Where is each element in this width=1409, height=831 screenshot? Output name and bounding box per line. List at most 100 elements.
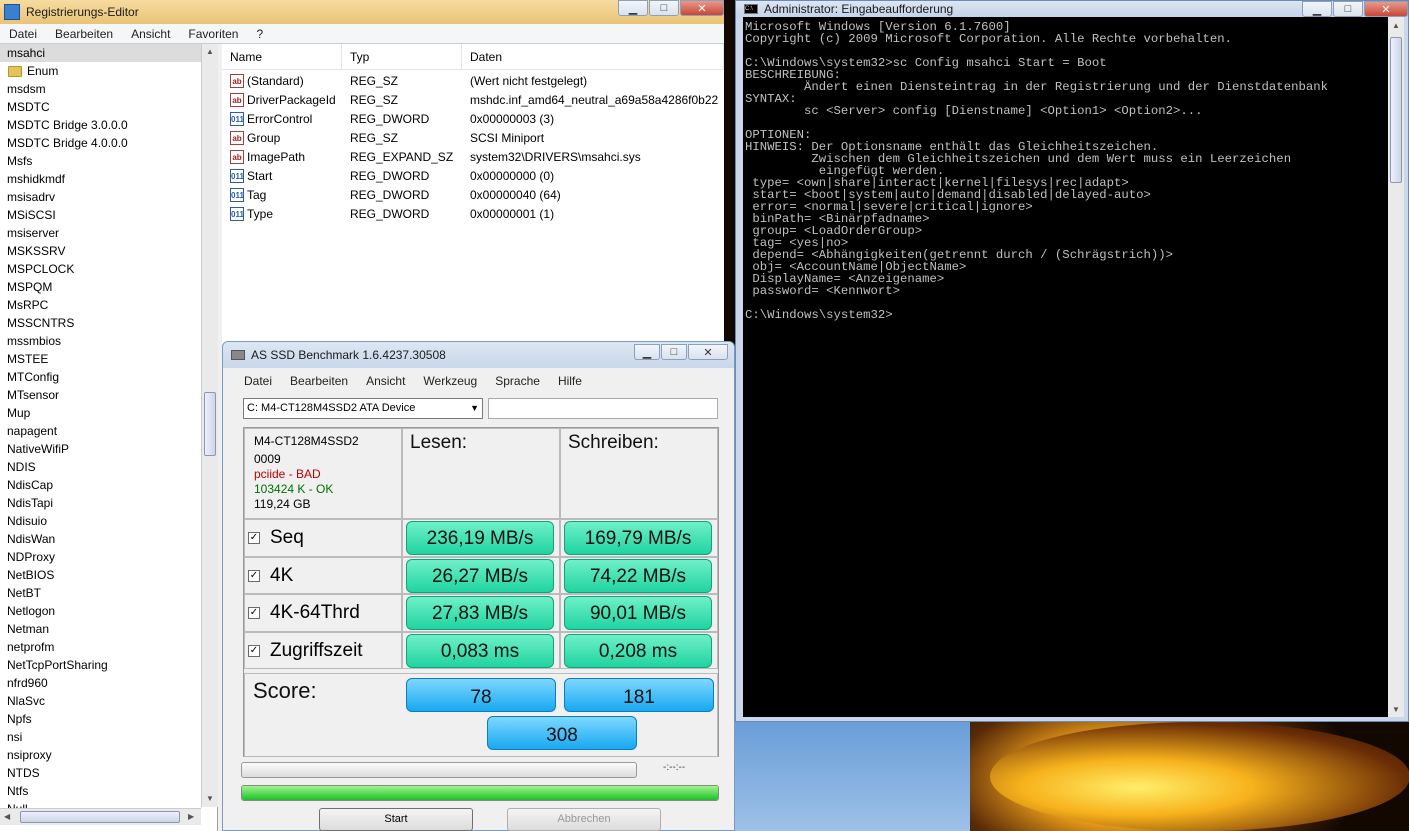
tree-item[interactable]: MSSCNTRS	[0, 314, 217, 332]
menu-item[interactable]: Ansicht	[122, 27, 179, 41]
console-scroll-thumb[interactable]	[1390, 37, 1402, 183]
tree-item[interactable]: NDProxy	[0, 548, 217, 566]
value-row[interactable]: ab DriverPackageId REG_SZ mshdc.inf_amd64_n…	[222, 90, 724, 109]
scroll-up-icon[interactable]: ▲	[206, 47, 214, 56]
tree-item-child[interactable]: Enum	[0, 62, 217, 80]
value-row[interactable]: ab Group REG_SZ SCSI Miniport	[222, 128, 724, 147]
tree-item[interactable]: NdisWan	[0, 530, 217, 548]
menu-item[interactable]: Bearbeiten	[46, 27, 122, 41]
tree-item[interactable]: MsRPC	[0, 296, 217, 314]
tree-item[interactable]: Ntfs	[0, 782, 217, 800]
tree-item[interactable]: NativeWifiP	[0, 440, 217, 458]
test-checkbox[interactable]: ✓	[248, 644, 260, 657]
scroll-down-icon[interactable]: ▼	[206, 794, 214, 803]
tree-item[interactable]: NdisTapi	[0, 494, 217, 512]
tree-horizontal-scrollbar[interactable]: ◀ ▶	[0, 808, 201, 825]
tree-item[interactable]: NetBIOS	[0, 566, 217, 584]
console-output[interactable]: Microsoft Windows [Version 6.1.7600] Copy…	[743, 17, 1388, 717]
start-button[interactable]: Start	[319, 808, 473, 831]
tree-item[interactable]: MSDTC	[0, 98, 217, 116]
tree-item[interactable]: Netman	[0, 620, 217, 638]
scroll-down-icon[interactable]: ▼	[1392, 705, 1400, 714]
value-row[interactable]: ab ImagePath REG_EXPAND_SZ system32\DRIVERS…	[222, 147, 724, 166]
close-icon[interactable]: ✕	[688, 344, 728, 360]
menu-item[interactable]: ?	[247, 27, 272, 41]
tree-item[interactable]: nfrd960	[0, 674, 217, 692]
tree-hscroll-thumb[interactable]	[20, 811, 180, 823]
tree-item[interactable]: msisadrv	[0, 188, 217, 206]
test-checkbox[interactable]: ✓	[248, 607, 260, 619]
tree-item[interactable]: MSDTC Bridge 4.0.0.0	[0, 134, 217, 152]
chevron-down-icon[interactable]: ▼	[470, 399, 479, 418]
menu-item[interactable]: Bearbeiten	[281, 374, 357, 388]
column-header-type[interactable]: Typ	[342, 44, 462, 70]
tree-item[interactable]: Ndisuio	[0, 512, 217, 530]
tree-item[interactable]: Mup	[0, 404, 217, 422]
tree-item[interactable]: mshidkmdf	[0, 170, 217, 188]
close-icon[interactable]: ✕	[680, 0, 724, 16]
scroll-right-icon[interactable]: ▶	[188, 812, 194, 821]
drive-extra-field[interactable]	[488, 398, 718, 419]
column-header-name[interactable]: Name	[222, 44, 342, 70]
menu-item[interactable]: Hilfe	[549, 374, 591, 388]
tree-item[interactable]: NdisCap	[0, 476, 217, 494]
cancel-button[interactable]: Abbrechen	[507, 808, 661, 831]
tree-item[interactable]: msdsm	[0, 80, 217, 98]
value-row[interactable]: 011 Tag REG_DWORD 0x00000040 (64)	[222, 185, 724, 204]
console-scrollbar[interactable]: ▲ ▼	[1388, 17, 1404, 717]
menu-item[interactable]: Datei	[0, 27, 46, 41]
test-checkbox[interactable]: ✓	[248, 532, 260, 544]
registry-key-tree[interactable]: msahci Enum msdsm MSDTC MSDTC Bridge 3.0.0…	[0, 44, 218, 831]
tree-item[interactable]: MSPCLOCK	[0, 260, 217, 278]
tree-item[interactable]: mssmbios	[0, 332, 217, 350]
tree-item[interactable]: Npfs	[0, 710, 217, 728]
minimize-icon[interactable]: ▁	[634, 344, 660, 360]
tree-item[interactable]: msiserver	[0, 224, 217, 242]
tree-item[interactable]: Netlogon	[0, 602, 217, 620]
tree-item[interactable]: MTsensor	[0, 386, 217, 404]
minimize-icon[interactable]: ▁	[1302, 1, 1332, 17]
close-icon[interactable]: ✕	[1364, 1, 1408, 17]
tree-item[interactable]: MSiSCSI	[0, 206, 217, 224]
cmd-titlebar[interactable]: C:\ Administrator: Eingabeaufforderung ▁…	[736, 1, 1408, 17]
minimize-icon[interactable]: ▁	[618, 0, 648, 16]
tree-vertical-scrollbar[interactable]: ▲ ▼	[201, 44, 218, 807]
registry-titlebar[interactable]: Registrierungs-Editor ▁ □ ✕	[0, 0, 724, 24]
drive-select[interactable]: C: M4-CT128M4SSD2 ATA Device ▼	[243, 398, 483, 419]
tree-item-selected[interactable]: msahci	[0, 44, 217, 62]
tree-item[interactable]: Msfs	[0, 152, 217, 170]
test-checkbox[interactable]: ✓	[248, 569, 260, 582]
maximize-icon[interactable]: □	[1333, 1, 1363, 17]
scroll-left-icon[interactable]: ◀	[4, 812, 10, 821]
tree-item[interactable]: netprofm	[0, 638, 217, 656]
tree-item[interactable]: NTDS	[0, 764, 217, 782]
menu-item[interactable]: Sprache	[486, 374, 549, 388]
as-ssd-window: AS SSD Benchmark 1.6.4237.30508 ▁ □ ✕ Da…	[222, 341, 735, 831]
value-row[interactable]: ab (Standard) REG_SZ (Wert nicht festgelegt…	[222, 71, 724, 90]
tree-item[interactable]: MSKSSRV	[0, 242, 217, 260]
menu-item[interactable]: Favoriten	[179, 27, 247, 41]
tree-item[interactable]: MTConfig	[0, 368, 217, 386]
tree-item[interactable]: MSDTC Bridge 3.0.0.0	[0, 116, 217, 134]
tree-item[interactable]: MSTEE	[0, 350, 217, 368]
tree-item[interactable]: napagent	[0, 422, 217, 440]
maximize-icon[interactable]: □	[661, 344, 687, 360]
menu-item[interactable]: Ansicht	[357, 374, 414, 388]
tree-item[interactable]: NDIS	[0, 458, 217, 476]
value-row[interactable]: 011 Type REG_DWORD 0x00000001 (1)	[222, 204, 724, 223]
value-row[interactable]: 011 Start REG_DWORD 0x00000000 (0)	[222, 166, 724, 185]
tree-item[interactable]: nsiproxy	[0, 746, 217, 764]
tree-item[interactable]: NetBT	[0, 584, 217, 602]
ssd-titlebar[interactable]: AS SSD Benchmark 1.6.4237.30508 ▁ □ ✕	[223, 342, 734, 368]
column-header-data[interactable]: Daten	[462, 44, 724, 70]
maximize-icon[interactable]: □	[649, 0, 679, 16]
tree-item[interactable]: nsi	[0, 728, 217, 746]
scroll-up-icon[interactable]: ▲	[1392, 21, 1400, 30]
tree-item[interactable]: NetTcpPortSharing	[0, 656, 217, 674]
menu-item[interactable]: Werkzeug	[414, 374, 486, 388]
tree-item[interactable]: MSPQM	[0, 278, 217, 296]
value-row[interactable]: 011 ErrorControl REG_DWORD 0x00000003 (3)	[222, 109, 724, 128]
menu-item[interactable]: Datei	[235, 374, 281, 388]
tree-item[interactable]: NlaSvc	[0, 692, 217, 710]
tree-scroll-thumb[interactable]	[204, 392, 216, 456]
